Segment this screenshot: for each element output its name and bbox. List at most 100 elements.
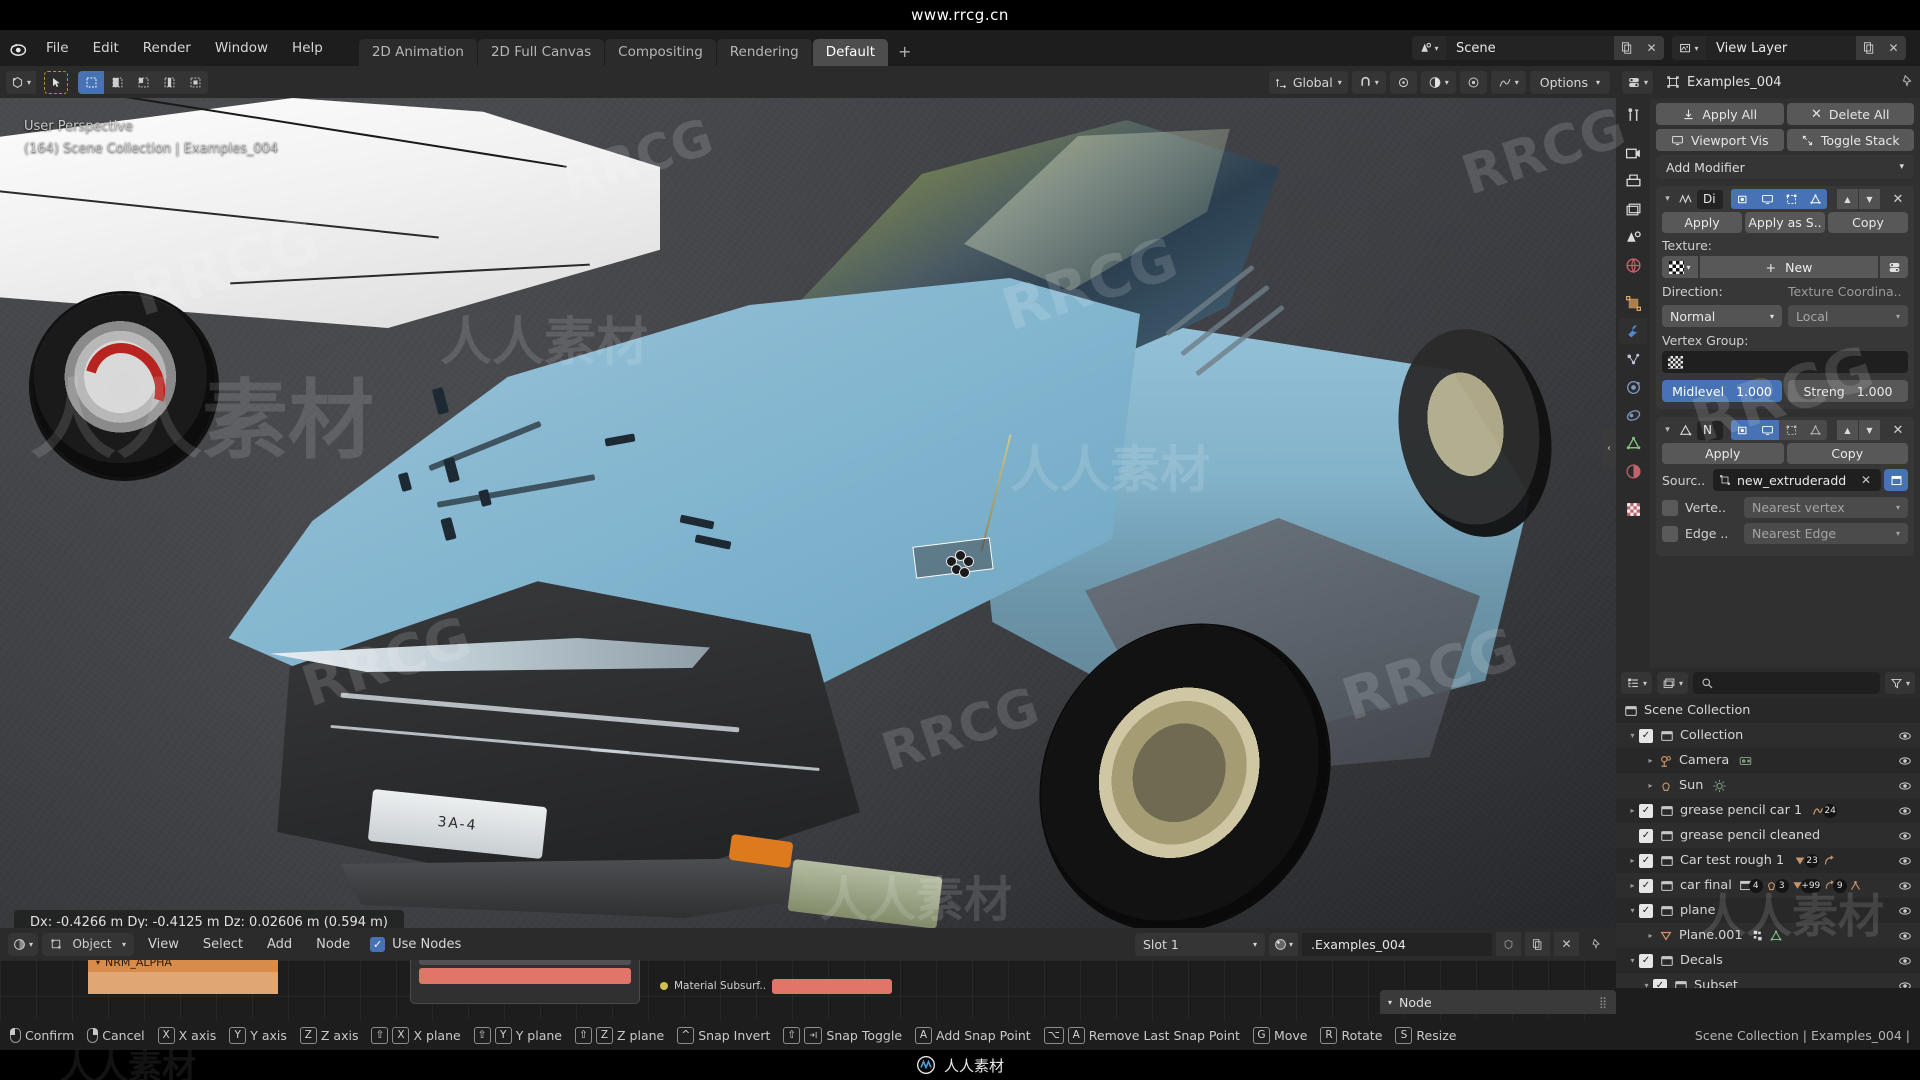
visibility-eye-icon[interactable] <box>1898 929 1912 943</box>
texture-browse-button[interactable]: ▾ <box>1662 256 1698 278</box>
collection-enable-checkbox[interactable]: ✓ <box>1653 978 1667 988</box>
outliner-row-car-final[interactable]: ▸ ✓ car final 4 3 +99 9 <box>1616 873 1920 898</box>
scene-selector[interactable]: ▾ Scene ✕ <box>1412 36 1664 60</box>
properties-tab-view-layer[interactable] <box>1619 196 1647 222</box>
cursor-select-icon[interactable] <box>44 70 69 94</box>
add-modifier-dropdown[interactable]: Add Modifier ▾ <box>1656 155 1914 179</box>
select-set-new-icon[interactable] <box>78 70 105 94</box>
blender-logo-icon[interactable] <box>0 30 34 66</box>
properties-tab-modifier[interactable] <box>1619 318 1647 344</box>
vertex-group-field[interactable] <box>1662 351 1908 373</box>
outliner-row-plane-001[interactable]: ▸ Plane.001 <box>1616 923 1920 948</box>
midlevel-field[interactable]: Midlevel 1.000 <box>1662 380 1782 402</box>
displace-copy-button[interactable]: Copy <box>1828 212 1908 233</box>
visibility-eye-icon[interactable] <box>1898 854 1912 868</box>
toggle-stack-button[interactable]: Toggle Stack <box>1786 129 1914 151</box>
move-up-icon[interactable]: ▲ <box>1837 189 1858 209</box>
collapse-triangle-icon-2[interactable]: ▾ <box>1661 425 1674 435</box>
properties-tab-scene[interactable] <box>1619 224 1647 250</box>
visibility-eye-icon[interactable] <box>1898 954 1912 968</box>
toggle-on-cage-icon-2[interactable] <box>1803 420 1827 440</box>
edge-data-checkbox[interactable] <box>1662 525 1678 542</box>
properties-pin-icon[interactable] <box>1900 73 1914 92</box>
grip-icon[interactable]: ⣿ <box>1599 996 1608 1009</box>
outliner-row-grease-pencil-cleaned[interactable]: ✓ grease pencil cleaned <box>1616 823 1920 848</box>
node-panel-tab[interactable]: ▾ Node ⣿ <box>1380 990 1616 1014</box>
expand-triangle-icon[interactable]: ▾ <box>1626 731 1639 740</box>
unlink-scene-icon[interactable]: ✕ <box>1639 36 1664 60</box>
move-down-icon-2[interactable]: ▼ <box>1859 420 1880 440</box>
add-workspace-button[interactable]: + <box>889 39 920 66</box>
properties-tab-constraints[interactable] <box>1619 402 1647 428</box>
shield-icon[interactable] <box>1496 932 1521 956</box>
remove-view-layer-icon[interactable]: ✕ <box>1881 36 1906 60</box>
overlays-icon[interactable] <box>1459 70 1487 94</box>
displace-apply-button[interactable]: Apply <box>1662 212 1742 233</box>
outliner-row-camera[interactable]: ▸ Camera <box>1616 748 1920 773</box>
modifier-data-transfer-remove-icon[interactable]: ✕ <box>1887 420 1909 440</box>
toggle-render-icon[interactable] <box>1731 189 1755 209</box>
properties-tab-object[interactable] <box>1619 290 1647 316</box>
modifier-data-transfer-name[interactable]: N <box>1697 420 1723 440</box>
modifier-displace-header[interactable]: ▾ Di ▲ ▼ ✕ <box>1656 186 1914 212</box>
tab-default[interactable]: Default <box>812 39 889 66</box>
source-object-field[interactable]: new_extruderadd ✕ <box>1713 469 1881 491</box>
texture-properties-icon[interactable] <box>1880 256 1908 278</box>
visibility-eye-icon[interactable] <box>1898 979 1912 988</box>
outliner-row-grease-pencil-car-1[interactable]: ▸ ✓ grease pencil car 1 24 <box>1616 798 1920 823</box>
outliner-row-subset[interactable]: ▾ ✓ Subset <box>1616 973 1920 988</box>
toggle-render-icon-2[interactable] <box>1731 420 1755 440</box>
source-pick-collection-icon[interactable] <box>1884 469 1908 491</box>
visibility-eye-icon[interactable] <box>1898 904 1912 918</box>
visibility-eye-icon[interactable] <box>1898 804 1912 818</box>
modifier-displace-remove-icon[interactable]: ✕ <box>1887 189 1909 209</box>
shader-editor-icon[interactable]: ▾ <box>8 932 39 956</box>
collection-enable-checkbox[interactable]: ✓ <box>1639 878 1653 893</box>
node-menu-add[interactable]: Add <box>257 933 302 956</box>
apply-all-button[interactable]: Apply All <box>1656 103 1784 125</box>
outliner-row-collection[interactable]: ▾ ✓ Collection <box>1616 723 1920 748</box>
toggle-realtime-icon[interactable] <box>1755 189 1779 209</box>
toggle-on-cage-icon[interactable] <box>1803 189 1827 209</box>
direction-dropdown[interactable]: Normal ▾ <box>1662 305 1782 327</box>
expand-triangle-icon-camera[interactable]: ▸ <box>1644 756 1657 765</box>
properties-tab-output[interactable] <box>1619 168 1647 194</box>
node-nrm-alpha[interactable]: ▾ NRM_ALPHA <box>88 960 278 994</box>
outliner-row-scene-collection[interactable]: Scene Collection <box>1616 698 1920 723</box>
viewport-vis-button[interactable]: Viewport Vis <box>1656 129 1784 151</box>
outliner-row-plane[interactable]: ▾ ✓ plane <box>1616 898 1920 923</box>
transform-gizmo[interactable] <box>946 550 974 580</box>
shader-type-selector[interactable]: Object ▾ <box>42 932 135 956</box>
texture-new-button[interactable]: + New <box>1700 256 1878 278</box>
use-nodes-checkbox[interactable]: ✓ Use Nodes <box>370 936 461 952</box>
modifier-displace-name[interactable]: Di <box>1697 189 1723 209</box>
select-invert-icon[interactable] <box>156 70 183 94</box>
menu-render[interactable]: Render <box>131 36 203 60</box>
expand-triangle-icon-ctr[interactable]: ▸ <box>1626 856 1639 865</box>
properties-tab-tool[interactable] <box>1619 102 1647 128</box>
menu-edit[interactable]: Edit <box>81 36 131 60</box>
collection-enable-checkbox[interactable]: ✓ <box>1639 728 1653 743</box>
collection-enable-checkbox[interactable]: ✓ <box>1639 853 1653 868</box>
chevron-left-icon[interactable]: ‹ <box>1602 428 1616 468</box>
edge-data-dropdown[interactable]: Nearest Edge ▾ <box>1744 523 1908 544</box>
pin-icon[interactable] <box>1583 932 1608 956</box>
scene-name-field[interactable]: Scene <box>1446 36 1614 60</box>
xray-icon[interactable]: ▾ <box>1490 70 1526 94</box>
tab-2d-animation[interactable]: 2D Animation <box>358 39 477 66</box>
properties-tab-render[interactable] <box>1619 140 1647 166</box>
outliner-row-decals[interactable]: ▾ ✓ Decals <box>1616 948 1920 973</box>
outliner-display-mode-icon[interactable]: ▾ <box>1621 672 1653 694</box>
collapse-triangle-icon[interactable]: ▾ <box>1661 194 1674 204</box>
editor-type-3dview-icon[interactable]: ▾ <box>6 70 37 94</box>
tab-2d-full-canvas[interactable]: 2D Full Canvas <box>477 39 605 66</box>
tab-rendering[interactable]: Rendering <box>716 39 812 66</box>
expand-triangle-icon-plane[interactable]: ▾ <box>1626 906 1639 915</box>
menu-file[interactable]: File <box>34 36 81 60</box>
expand-triangle-icon-decals[interactable]: ▾ <box>1626 956 1639 965</box>
move-down-icon[interactable]: ▼ <box>1859 189 1880 209</box>
outliner-filter-id-icon[interactable]: ▾ <box>1657 672 1689 694</box>
node-value-row-2[interactable]: 1.000 <box>419 960 631 965</box>
node-menu-select[interactable]: Select <box>193 933 253 956</box>
datatransfer-apply-button[interactable]: Apply <box>1662 443 1784 464</box>
